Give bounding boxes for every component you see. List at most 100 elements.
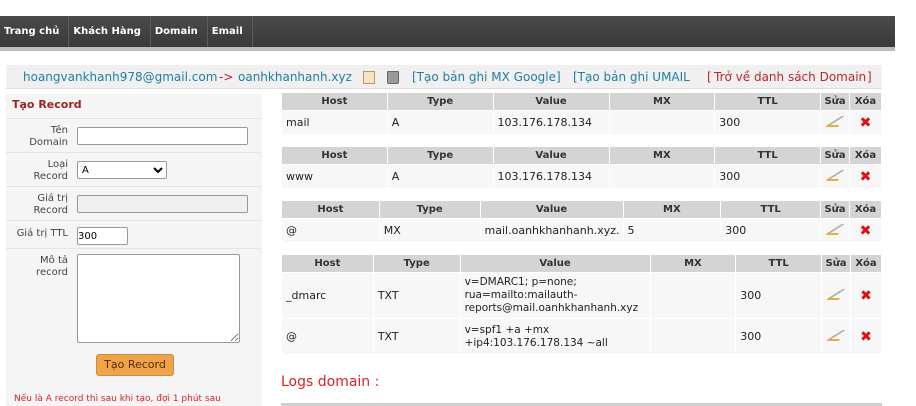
col-host: Host xyxy=(281,254,374,273)
pencil-icon[interactable] xyxy=(826,288,846,300)
col-mx: MX xyxy=(649,254,737,273)
col-ttl: TTL xyxy=(714,92,822,111)
pencil-icon[interactable] xyxy=(825,115,845,127)
col-mx: MX xyxy=(622,200,722,219)
ttl-cell: 300 xyxy=(735,318,823,355)
domain-row: Tên Domain xyxy=(6,118,262,152)
nav-customers[interactable]: Khách Hàng xyxy=(69,16,151,47)
desc-textarea[interactable] xyxy=(77,254,240,343)
host-cell: www xyxy=(281,164,388,189)
nav-underline xyxy=(0,47,895,51)
delete-icon[interactable]: ✖ xyxy=(860,223,872,239)
value-input[interactable] xyxy=(77,195,248,213)
pencil-icon[interactable] xyxy=(825,169,845,181)
col-type: Type xyxy=(386,146,494,165)
nav-email[interactable]: Email xyxy=(208,16,253,47)
col-delete: Xóa xyxy=(850,254,882,273)
back-bracket-close: ] xyxy=(867,70,872,84)
back-to-domain-list-link[interactable]: Trở về danh sách Domain xyxy=(714,65,866,89)
create-record-button[interactable]: Tạo Record xyxy=(96,354,174,376)
ttl-cell: 300 xyxy=(714,110,822,135)
col-host: Host xyxy=(281,92,388,111)
col-value: Value xyxy=(459,254,651,273)
value-line: v=DMARC1; p=none; xyxy=(464,276,577,288)
value-cell: mail.oanhkhanhanh.xyz. xyxy=(479,218,624,243)
type-cell: TXT xyxy=(372,318,461,355)
col-edit: Sửa xyxy=(820,200,850,219)
table-header: Host Type Value MX TTL Sửa Xóa xyxy=(281,200,882,219)
pencil-icon[interactable] xyxy=(826,329,846,341)
desc-label: Mô tả record xyxy=(36,255,68,278)
col-ttl: TTL xyxy=(720,200,822,219)
value-line: +ip4:103.176.178.134 ~all xyxy=(464,336,608,349)
delete-icon[interactable]: ✖ xyxy=(860,329,872,345)
col-delete: Xóa xyxy=(848,146,883,165)
value-line: reports@mail.oanhkhanhanh.xyz xyxy=(464,302,639,314)
col-host: Host xyxy=(281,146,388,165)
value-cell: 103.176.178.134 xyxy=(492,164,610,189)
type-cell: A xyxy=(386,164,494,189)
col-mx: MX xyxy=(608,146,716,165)
value-cell: v=spf1 +a +mx +ip4:103.176.178.134 ~all xyxy=(459,318,651,355)
desc-row: Mô tả record xyxy=(6,248,262,344)
type-cell: A xyxy=(386,110,494,135)
value-cell: v=DMARC1; p=none; rua=mailto:mailauth- r… xyxy=(459,272,651,319)
table-row: @ MX mail.oanhkhanhanh.xyz. 5 300 ✖ xyxy=(281,218,882,243)
ttl-cell: 300 xyxy=(720,218,822,243)
record-table-mx: Host Type Value MX TTL Sửa Xóa @ MX mail… xyxy=(281,200,882,243)
col-type: Type xyxy=(378,200,481,219)
table-header: Host Type Value MX TTL Sửa Xóa xyxy=(281,146,883,165)
value-row: Giá trị Record xyxy=(6,186,262,220)
type-label: Loại Record xyxy=(33,159,68,182)
pencil-icon[interactable] xyxy=(825,223,845,235)
col-delete: Xóa xyxy=(848,92,883,111)
a-record-note: Nếu là A record thì sau khi tạo, đợi 1 p… xyxy=(14,394,221,404)
domain-name-link[interactable]: oanhkhanhanh.xyz xyxy=(238,65,352,89)
trash-icon[interactable] xyxy=(387,71,399,84)
owner-email-link[interactable]: hoangvankhanh978@gmail.com xyxy=(23,65,217,89)
col-type: Type xyxy=(386,92,494,111)
delete-icon[interactable]: ✖ xyxy=(860,288,872,304)
create-record-panel: Tạo Record Tên Domain Loại Record A Giá … xyxy=(6,94,262,406)
create-record-title: Tạo Record xyxy=(12,98,82,111)
table-header: Host Type Value MX TTL Sửa Xóa xyxy=(281,254,882,273)
table-row: @ TXT v=spf1 +a +mx +ip4:103.176.178.134… xyxy=(281,318,882,355)
type-select[interactable]: A xyxy=(77,161,167,179)
col-edit: Sửa xyxy=(820,92,850,111)
record-table-mail: Host Type Value MX TTL Sửa Xóa mail A 10… xyxy=(281,92,883,135)
delete-icon[interactable]: ✖ xyxy=(860,115,872,131)
delete-icon[interactable]: ✖ xyxy=(860,169,872,185)
ttl-cell: 300 xyxy=(735,272,823,319)
col-value: Value xyxy=(492,146,610,165)
ttl-cell: 300 xyxy=(714,164,822,189)
col-delete: Xóa xyxy=(849,200,882,219)
col-ttl: TTL xyxy=(735,254,823,273)
col-edit: Sửa xyxy=(820,146,850,165)
mx-cell xyxy=(649,272,737,319)
value-line: v=spf1 +a +mx xyxy=(464,323,550,336)
create-mx-google-link[interactable]: [Tạo bản ghi MX Google] xyxy=(412,65,561,89)
top-nav: Trang chủ Khách Hàng Domain Email xyxy=(0,16,895,47)
col-edit: Sửa xyxy=(821,254,851,273)
record-table-www: Host Type Value MX TTL Sửa Xóa www A 103… xyxy=(281,146,883,189)
table-header: Host Type Value MX TTL Sửa Xóa xyxy=(281,92,883,111)
ttl-row: Giá trị TTL xyxy=(6,220,262,248)
edit-icon[interactable] xyxy=(363,71,375,84)
domain-input[interactable] xyxy=(77,127,248,145)
host-cell: _dmarc xyxy=(281,272,374,319)
type-cell: TXT xyxy=(372,272,461,319)
logs-domain-title: Logs domain : xyxy=(281,374,380,390)
nav-home[interactable]: Trang chủ xyxy=(0,16,70,47)
col-value: Value xyxy=(492,92,610,111)
scrollbar[interactable] xyxy=(895,16,916,406)
col-ttl: TTL xyxy=(714,146,822,165)
domain-header: hoangvankhanh978@gmail.com -> oanhkhanha… xyxy=(6,65,882,89)
arrow-text: -> xyxy=(219,70,234,84)
nav-domain[interactable]: Domain xyxy=(151,16,208,47)
ttl-label: Giá trị TTL xyxy=(16,228,68,239)
domain-label: Tên Domain xyxy=(29,125,68,148)
value-label: Giá trị Record xyxy=(33,193,68,216)
ttl-input[interactable] xyxy=(77,227,128,245)
create-umail-link[interactable]: [Tạo bản ghi UMAIL xyxy=(573,65,690,89)
type-row: Loại Record A xyxy=(6,152,262,186)
